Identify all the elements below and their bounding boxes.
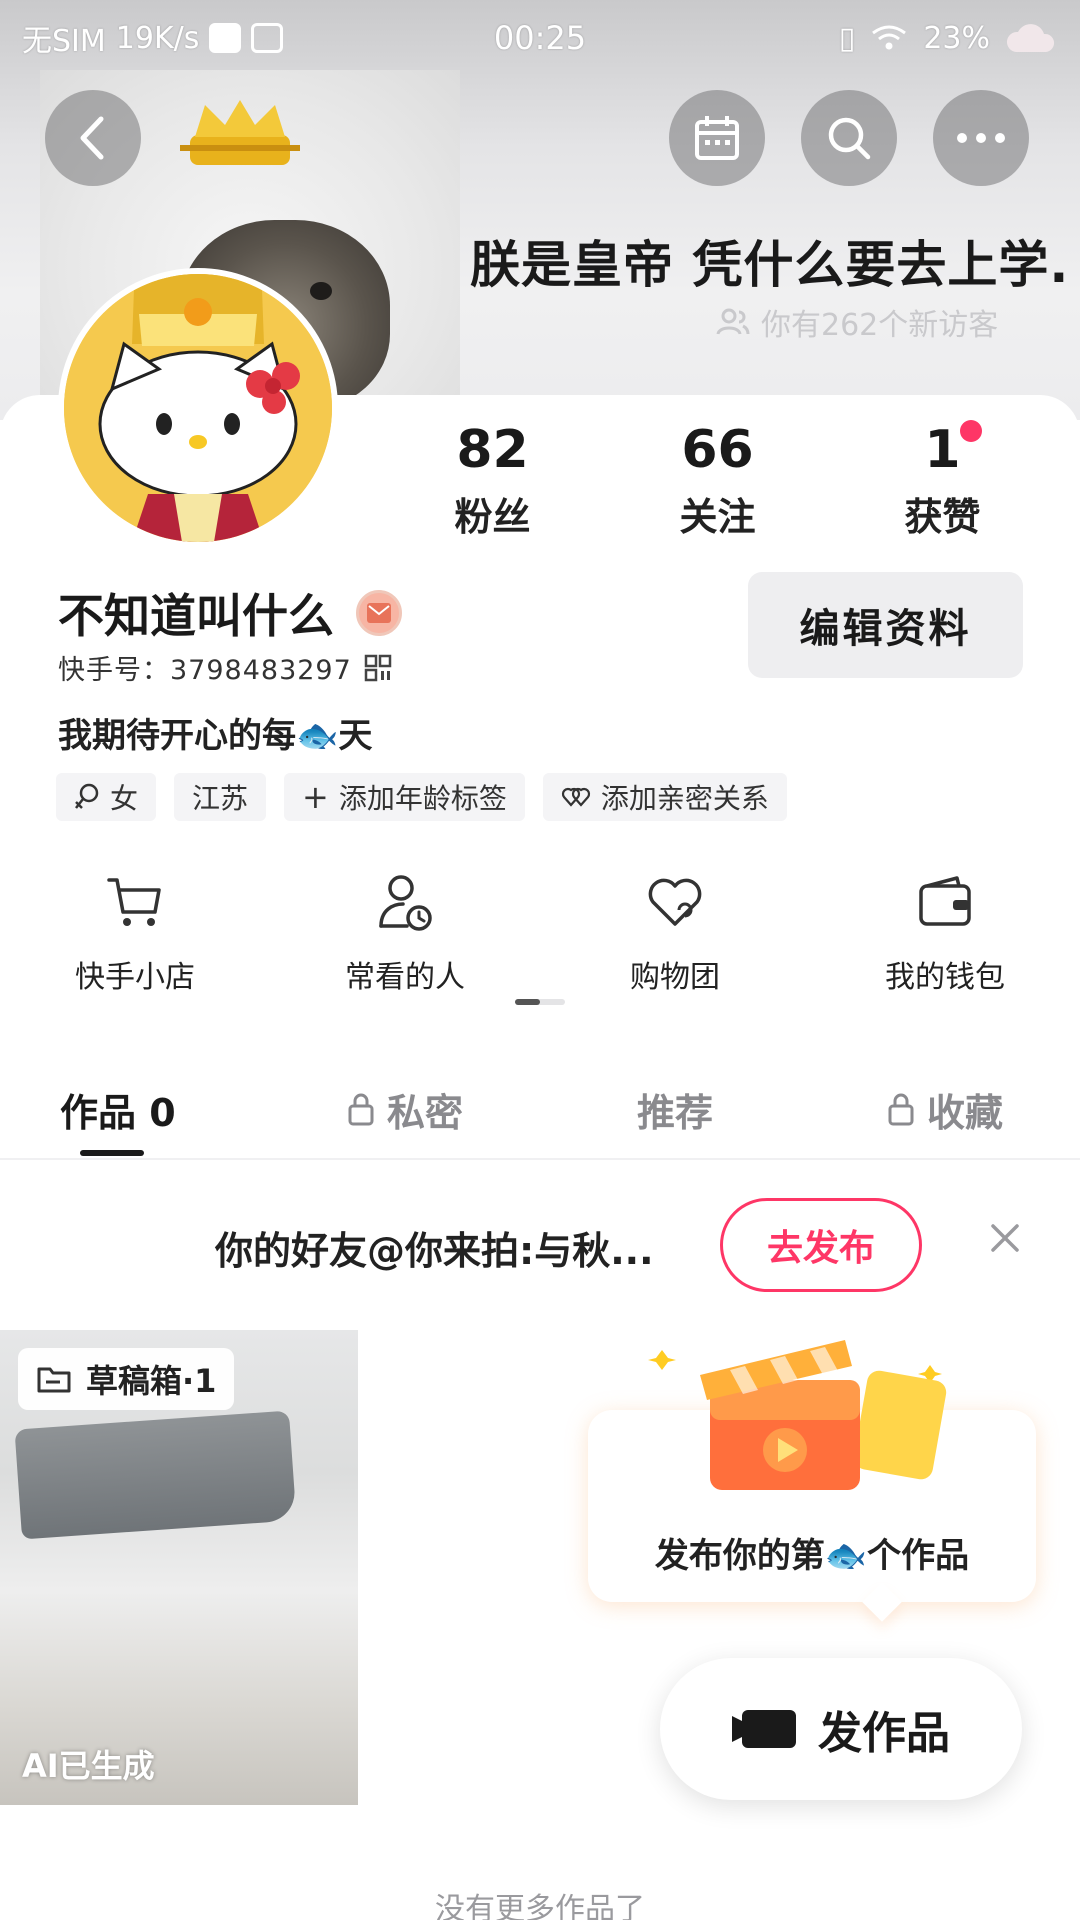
tag-add-age-label: 添加年龄标签 bbox=[338, 782, 507, 815]
folder-icon bbox=[37, 1367, 71, 1393]
network-speed: 19K/s bbox=[115, 20, 200, 56]
tab-works[interactable]: 作品 0 bbox=[0, 1060, 270, 1158]
shortcut-frequent-people-label: 常看的人 bbox=[345, 960, 465, 995]
tag-add-relationship-label: 添加亲密关系 bbox=[600, 782, 769, 815]
profile-name: 不知道叫什么 bbox=[58, 589, 334, 643]
tag-location-label: 江苏 bbox=[192, 782, 249, 815]
status-bar: 无SIM 19K/s 00:25 ▯ 23% bbox=[0, 0, 1080, 76]
heart-group-icon bbox=[648, 878, 702, 926]
more-button[interactable] bbox=[933, 90, 1029, 186]
calendar-icon bbox=[695, 116, 739, 160]
close-icon[interactable] bbox=[985, 1218, 1025, 1258]
kwai-id-row[interactable]: 快手号：3798483297 bbox=[58, 648, 392, 687]
friend-invite-banner: 你的好友@你来拍:与秋... 去发布 bbox=[0, 1190, 1080, 1300]
visitors-notice[interactable]: 你有262个新访客 bbox=[715, 300, 998, 344]
shortcut-kwai-shop[interactable]: 快手小店 bbox=[0, 870, 270, 996]
tab-recommended-label: 推荐 bbox=[636, 1090, 713, 1135]
carrier-text: 无SIM bbox=[22, 24, 106, 59]
stat-followers[interactable]: 82 粉丝 bbox=[380, 420, 605, 541]
envelope-icon bbox=[367, 603, 391, 623]
crown-icon bbox=[180, 100, 300, 165]
video-camera-icon bbox=[732, 1710, 796, 1748]
chevron-left-icon bbox=[80, 116, 104, 160]
stat-likes[interactable]: 1 获赞 bbox=[830, 420, 1055, 541]
wallet-icon bbox=[919, 876, 971, 926]
banner-caption: 朕是皇帝 凭什么要去上学. bbox=[470, 236, 1070, 294]
linked-hearts-icon bbox=[561, 787, 590, 807]
tag-add-relationship[interactable]: 添加亲密关系 bbox=[542, 773, 787, 821]
likes-label: 获赞 bbox=[904, 495, 981, 539]
app-notification-icon bbox=[251, 23, 284, 53]
stat-following[interactable]: 66 关注 bbox=[605, 420, 830, 541]
draft-thumbnail-image bbox=[14, 1410, 297, 1540]
edit-profile-button[interactable]: 编辑资料 bbox=[748, 572, 1023, 678]
hello-kitty-avatar-image bbox=[64, 274, 332, 542]
kwai-id-text: 快手号：3798483297 bbox=[58, 655, 352, 686]
drafts-label-text: 草稿箱·1 bbox=[86, 1362, 217, 1400]
vibrate-icon: ▯ bbox=[838, 20, 856, 56]
profile-tags: 女 江苏 + 添加年龄标签 添加亲密关系 bbox=[56, 773, 787, 821]
tab-recommended[interactable]: 推荐 bbox=[540, 1060, 810, 1158]
tab-favorites[interactable]: 收藏 bbox=[810, 1060, 1080, 1158]
drafts-label: 草稿箱·1 bbox=[18, 1348, 235, 1410]
bio-text: 我期待开心的每🐟天 bbox=[58, 716, 373, 756]
profile-name-row: 不知道叫什么 bbox=[58, 580, 402, 646]
following-label: 关注 bbox=[679, 495, 756, 539]
profile-stats: 82 粉丝 66 关注 1 获赞 bbox=[380, 420, 1080, 541]
search-button[interactable] bbox=[801, 90, 897, 186]
followers-label: 粉丝 bbox=[454, 495, 531, 539]
avatar[interactable] bbox=[58, 268, 338, 548]
cat-eye-right bbox=[310, 282, 332, 300]
new-likes-dot bbox=[960, 420, 982, 442]
back-button[interactable] bbox=[45, 90, 141, 186]
qr-code-icon[interactable] bbox=[364, 654, 392, 682]
followers-count: 82 bbox=[456, 420, 529, 480]
tag-add-age[interactable]: + 添加年龄标签 bbox=[284, 773, 525, 821]
cart-icon bbox=[107, 878, 161, 926]
no-more-works-text: 没有更多作品了 bbox=[435, 1892, 645, 1920]
likes-count: 1 bbox=[924, 420, 961, 480]
shortcut-wallet[interactable]: 我的钱包 bbox=[810, 870, 1080, 996]
tag-gender-label: 女 bbox=[110, 782, 139, 815]
weather-cloud-icon bbox=[1006, 24, 1055, 52]
person-clock-icon bbox=[379, 875, 432, 931]
battery-level: 23% bbox=[923, 20, 990, 56]
clapperboard-icon bbox=[648, 1340, 947, 1490]
tab-works-label: 作品 0 bbox=[60, 1090, 176, 1135]
shortcut-page-indicator bbox=[515, 999, 565, 1005]
tab-private[interactable]: 私密 bbox=[270, 1060, 540, 1158]
search-icon bbox=[828, 117, 871, 160]
publish-work-label: 发作品 bbox=[818, 1708, 950, 1759]
shortcut-frequent-people[interactable]: 常看的人 bbox=[270, 870, 540, 996]
tag-location[interactable]: 江苏 bbox=[174, 773, 267, 821]
visitors-text: 你有262个新访客 bbox=[761, 308, 999, 343]
tab-private-label: 私密 bbox=[386, 1090, 463, 1135]
content-tabs: 作品 0 私密 推荐 收藏 bbox=[0, 1060, 1080, 1160]
tab-favorites-label: 收藏 bbox=[926, 1090, 1003, 1135]
tag-gender[interactable]: 女 bbox=[56, 773, 157, 821]
lock-icon bbox=[348, 1093, 374, 1126]
level-badge-icon[interactable] bbox=[356, 590, 402, 636]
wifi-icon bbox=[872, 25, 907, 50]
shortcut-kwai-shop-label: 快手小店 bbox=[75, 960, 195, 995]
shortcut-shopping-group[interactable]: 购物团 bbox=[540, 870, 810, 996]
shortcut-shopping-group-label: 购物团 bbox=[630, 960, 720, 995]
female-icon bbox=[75, 783, 99, 809]
message-icon bbox=[209, 23, 242, 53]
lock-icon bbox=[888, 1093, 914, 1126]
shortcut-row: 快手小店 常看的人 购物团 我的钱包 bbox=[0, 870, 1080, 996]
ai-generated-label: AI已生成 bbox=[22, 1747, 155, 1785]
calendar-button[interactable] bbox=[669, 90, 765, 186]
friend-invite-text[interactable]: 你的好友@你来拍:与秋... bbox=[215, 1220, 654, 1275]
following-count: 66 bbox=[681, 420, 754, 480]
shortcut-wallet-label: 我的钱包 bbox=[885, 960, 1005, 995]
plus-icon: + bbox=[302, 778, 329, 816]
more-dots-icon bbox=[957, 133, 1005, 143]
visitors-icon bbox=[716, 308, 750, 335]
drafts-tile[interactable]: 草稿箱·1 AI已生成 bbox=[0, 1330, 358, 1805]
active-tab-indicator bbox=[80, 1150, 144, 1156]
go-publish-button[interactable]: 去发布 bbox=[720, 1198, 922, 1292]
publish-work-button[interactable]: 发作品 bbox=[660, 1658, 1022, 1800]
first-work-promo-text: 发布你的第🐟个作品 bbox=[654, 1536, 970, 1576]
